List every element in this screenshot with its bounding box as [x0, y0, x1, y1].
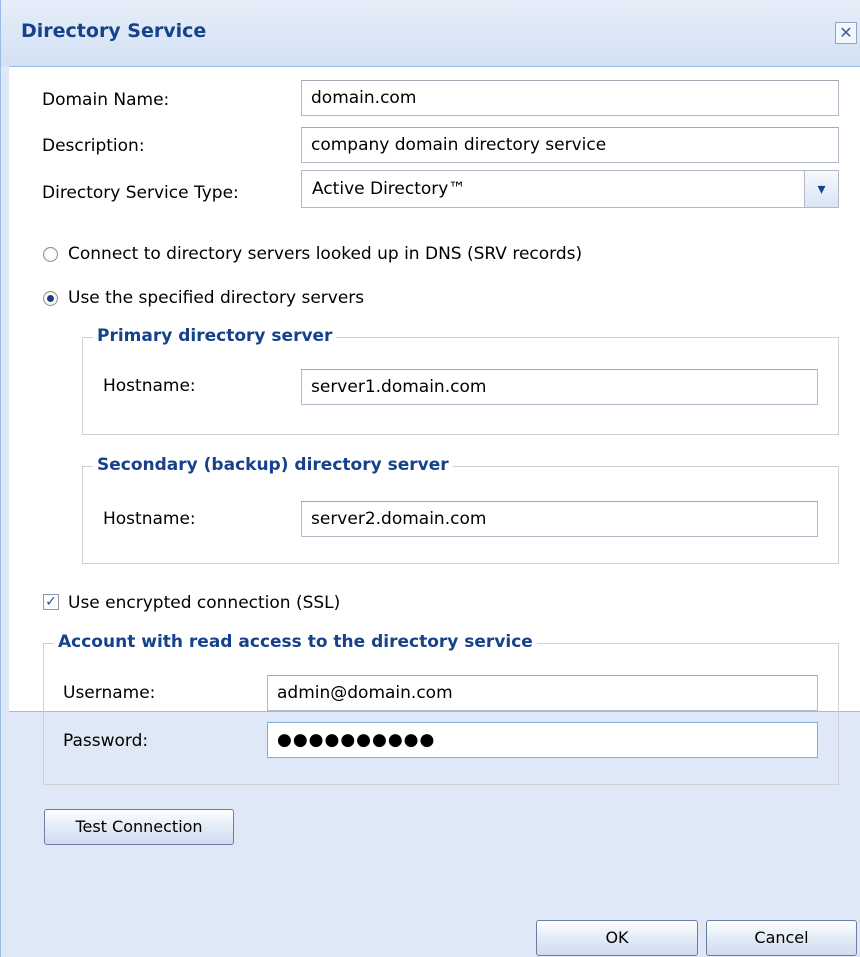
directory-service-dialog: Directory Service ✕ Domain Name: domain.… — [0, 0, 860, 957]
primary-server-legend: Primary directory server — [93, 326, 337, 346]
primary-hostname-label: Hostname: — [103, 376, 196, 396]
chevron-down-icon[interactable]: ▾ — [804, 171, 838, 207]
service-type-value: Active Directory™ — [312, 179, 466, 199]
ok-button[interactable]: OK — [536, 920, 698, 956]
specified-servers-label: Use the specified directory servers — [68, 288, 365, 308]
dialog-titlebar: Directory Service ✕ — [1, 0, 860, 66]
account-legend: Account with read access to the director… — [54, 632, 537, 652]
secondary-hostname-input[interactable]: server2.domain.com — [301, 501, 818, 537]
secondary-hostname-label: Hostname: — [103, 509, 196, 529]
cancel-button[interactable]: Cancel — [706, 920, 857, 956]
service-type-select[interactable]: Active Directory™ ▾ — [301, 170, 839, 208]
account-group: Account with read access to the director… — [43, 632, 839, 785]
close-icon[interactable]: ✕ — [835, 22, 857, 44]
password-input[interactable]: ●●●●●●●●●● — [267, 722, 818, 758]
test-connection-button[interactable]: Test Connection — [44, 809, 234, 845]
description-input[interactable]: company domain directory service — [301, 127, 839, 163]
password-label: Password: — [63, 731, 149, 751]
ssl-checkbox[interactable]: ✓ — [43, 594, 59, 610]
domain-name-input[interactable]: domain.com — [301, 80, 839, 116]
secondary-server-legend: Secondary (backup) directory server — [93, 455, 453, 475]
description-label: Description: — [42, 136, 145, 156]
dns-lookup-label: Connect to directory servers looked up i… — [68, 244, 583, 264]
specified-servers-radio[interactable] — [43, 291, 58, 306]
ssl-label: Use encrypted connection (SSL) — [68, 593, 341, 613]
primary-hostname-input[interactable]: server1.domain.com — [301, 369, 818, 405]
dialog-title: Directory Service — [21, 20, 207, 42]
domain-name-label: Domain Name: — [42, 90, 170, 110]
username-input[interactable]: admin@domain.com — [267, 675, 818, 711]
service-type-label: Directory Service Type: — [42, 183, 239, 203]
username-label: Username: — [63, 683, 156, 703]
dns-lookup-radio[interactable] — [43, 247, 58, 262]
